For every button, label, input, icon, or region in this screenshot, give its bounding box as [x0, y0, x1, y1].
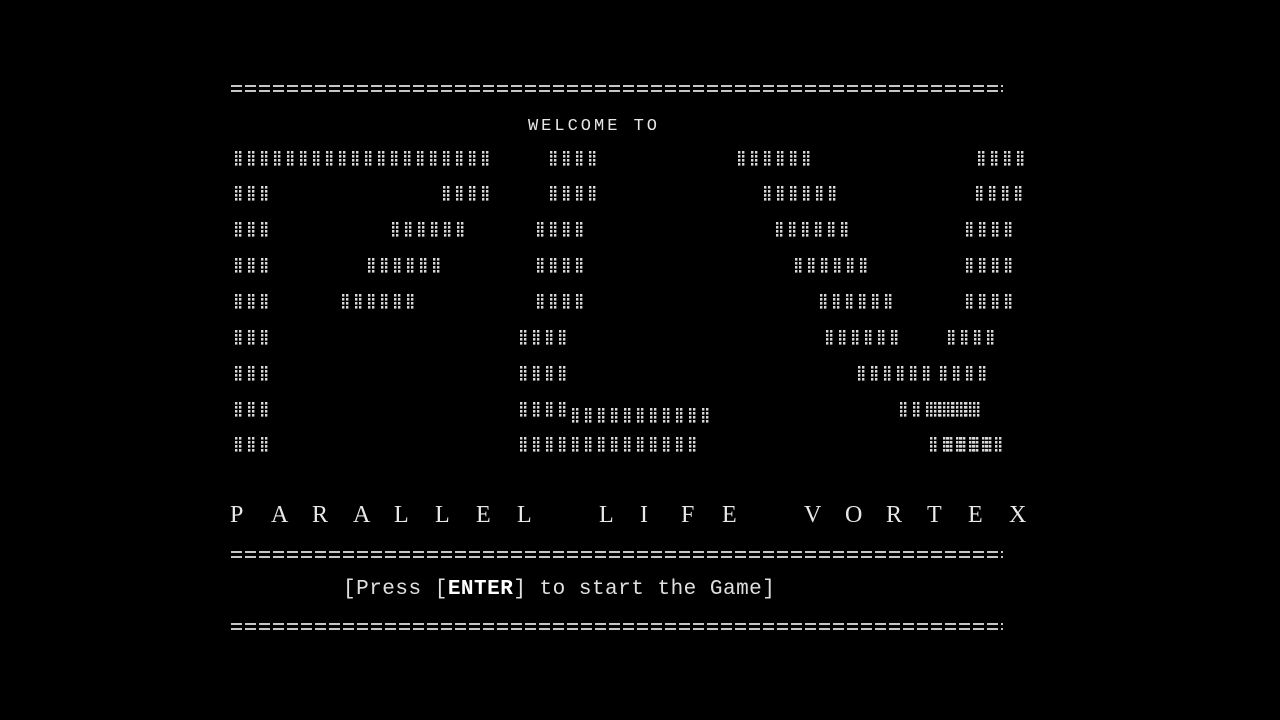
middle-divider-rule [231, 550, 1003, 560]
subtitle-letter: I [640, 502, 648, 528]
subtitle-letter: L [394, 502, 409, 528]
subtitle-letter: L [599, 502, 614, 528]
subtitle-letter: P [230, 502, 244, 528]
subtitle-letter: T [927, 502, 942, 528]
subtitle-letter: X [1009, 502, 1027, 528]
subtitle-letter: V [804, 502, 822, 528]
subtitle-letter: O [845, 502, 863, 528]
prompt-suffix: ] to start the Game] [513, 578, 776, 601]
subtitle-letter: R [312, 502, 329, 528]
bottom-divider-rule [231, 622, 1003, 632]
subtitle-letter: L [517, 502, 532, 528]
subtitle-letter: E [968, 502, 983, 528]
game-subtitle: PARALLELLIFEVORTEX [230, 502, 1070, 532]
game-terminal-screen[interactable]: WELCOME TO PARALLELLIFEVORTEX [Press [EN… [0, 0, 1280, 720]
subtitle-letter: E [476, 502, 491, 528]
enter-key-label: ENTER [447, 578, 514, 601]
subtitle-letter: A [353, 502, 371, 528]
plv-ascii-logo [235, 151, 1024, 452]
subtitle-letter: L [435, 502, 450, 528]
start-prompt[interactable]: [Press [ENTER] to start the Game] [343, 578, 775, 601]
subtitle-letter: F [681, 502, 695, 528]
prompt-prefix: [Press [ [343, 578, 448, 601]
subtitle-letter: R [886, 502, 903, 528]
subtitle-letter: E [722, 502, 737, 528]
subtitle-letter: A [271, 502, 289, 528]
